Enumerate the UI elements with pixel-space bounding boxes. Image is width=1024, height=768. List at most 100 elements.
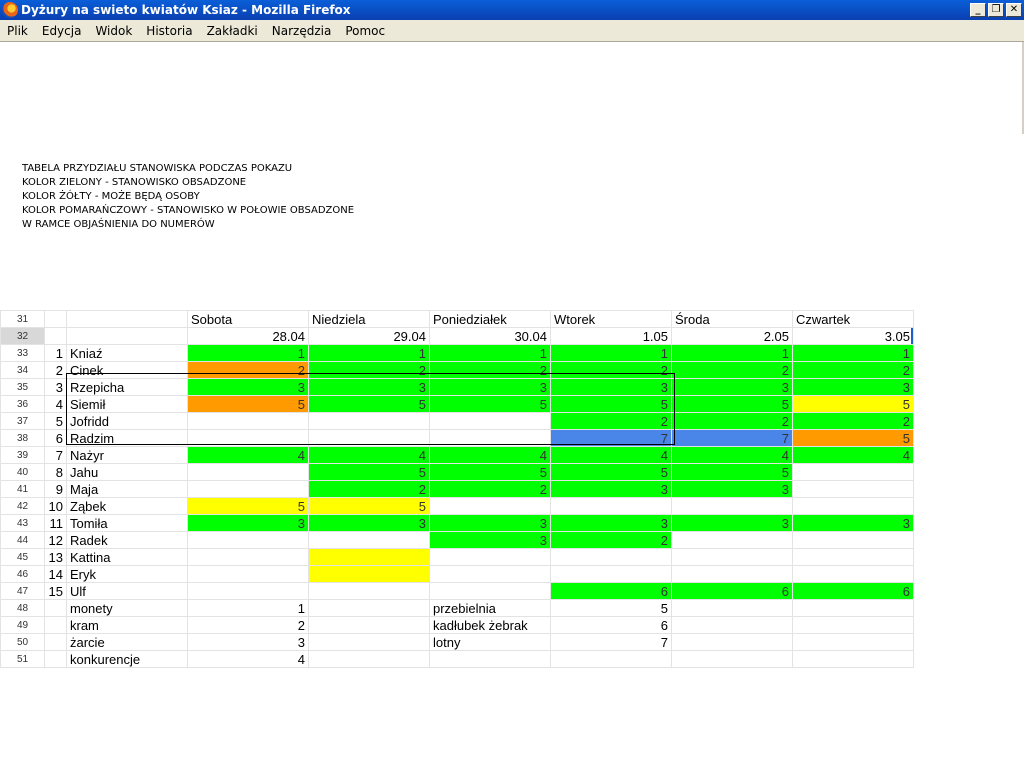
person-index[interactable]: 4 xyxy=(44,395,67,413)
assignment-cell[interactable]: 3 xyxy=(308,378,430,396)
day-header[interactable]: Wtorek xyxy=(550,310,672,328)
assignment-cell[interactable] xyxy=(187,429,309,447)
assignment-cell[interactable] xyxy=(429,582,551,600)
person-name[interactable]: Jofridd xyxy=(66,412,188,430)
legend-number[interactable]: 5 xyxy=(550,599,672,617)
assignment-cell[interactable]: 3 xyxy=(429,514,551,532)
person-name[interactable]: Nażyr xyxy=(66,446,188,464)
legend-label[interactable]: monety xyxy=(66,599,188,617)
cell[interactable] xyxy=(308,633,430,651)
cell[interactable] xyxy=(44,599,67,617)
assignment-cell[interactable]: 4 xyxy=(792,446,914,464)
assignment-cell[interactable]: 4 xyxy=(187,446,309,464)
cell[interactable] xyxy=(308,616,430,634)
assignment-cell[interactable]: 2 xyxy=(308,361,430,379)
assignment-cell[interactable] xyxy=(429,565,551,583)
person-index[interactable]: 12 xyxy=(44,531,67,549)
assignment-cell[interactable] xyxy=(308,582,430,600)
assignment-cell[interactable]: 3 xyxy=(308,514,430,532)
assignment-cell[interactable] xyxy=(792,548,914,566)
assignment-cell[interactable]: 2 xyxy=(429,361,551,379)
person-index[interactable]: 11 xyxy=(44,514,67,532)
assignment-cell[interactable] xyxy=(792,463,914,481)
cell[interactable] xyxy=(44,310,67,328)
assignment-cell[interactable]: 2 xyxy=(550,361,672,379)
assignment-cell[interactable]: 1 xyxy=(550,344,672,362)
cell[interactable] xyxy=(792,599,914,617)
assignment-cell[interactable]: 5 xyxy=(308,497,430,515)
assignment-cell[interactable] xyxy=(550,565,672,583)
person-index[interactable]: 1 xyxy=(44,344,67,362)
assignment-cell[interactable]: 5 xyxy=(550,395,672,413)
person-name[interactable]: Kattina xyxy=(66,548,188,566)
assignment-cell[interactable]: 2 xyxy=(792,412,914,430)
person-index[interactable]: 14 xyxy=(44,565,67,583)
cell[interactable] xyxy=(671,616,793,634)
assignment-cell[interactable]: 5 xyxy=(187,395,309,413)
assignment-cell[interactable] xyxy=(429,497,551,515)
legend-label[interactable] xyxy=(429,650,551,668)
assignment-cell[interactable]: 5 xyxy=(308,395,430,413)
assignment-cell[interactable]: 5 xyxy=(671,395,793,413)
close-button[interactable]: ✕ xyxy=(1006,3,1022,17)
person-name[interactable]: Tomiła xyxy=(66,514,188,532)
person-name[interactable]: Ulf xyxy=(66,582,188,600)
assignment-cell[interactable]: 2 xyxy=(187,361,309,379)
assignment-cell[interactable]: 3 xyxy=(792,378,914,396)
cell[interactable] xyxy=(44,616,67,634)
assignment-cell[interactable] xyxy=(429,412,551,430)
cell[interactable] xyxy=(671,650,793,668)
cell[interactable] xyxy=(792,616,914,634)
menu-narzedzia[interactable]: Narzędzia xyxy=(265,24,339,38)
legend-label[interactable]: kadłubek żebrak xyxy=(429,616,551,634)
assignment-cell[interactable]: 4 xyxy=(308,446,430,464)
cell[interactable] xyxy=(671,633,793,651)
assignment-cell[interactable]: 2 xyxy=(550,412,672,430)
assignment-cell[interactable]: 3 xyxy=(671,480,793,498)
cell[interactable] xyxy=(66,310,188,328)
assignment-cell[interactable] xyxy=(187,463,309,481)
assignment-cell[interactable]: 4 xyxy=(550,446,672,464)
person-name[interactable]: Ząbek xyxy=(66,497,188,515)
assignment-cell[interactable]: 3 xyxy=(671,378,793,396)
menu-historia[interactable]: Historia xyxy=(139,24,199,38)
person-index[interactable]: 15 xyxy=(44,582,67,600)
menu-pomoc[interactable]: Pomoc xyxy=(338,24,392,38)
date-cell[interactable]: 29.04 xyxy=(308,327,430,345)
assignment-cell[interactable]: 3 xyxy=(671,514,793,532)
date-cell[interactable]: 2.05 xyxy=(671,327,793,345)
assignment-cell[interactable]: 5 xyxy=(792,395,914,413)
assignment-cell[interactable]: 1 xyxy=(792,344,914,362)
date-cell[interactable]: 30.04 xyxy=(429,327,551,345)
assignment-cell[interactable]: 4 xyxy=(671,446,793,464)
person-name[interactable]: Jahu xyxy=(66,463,188,481)
person-index[interactable]: 2 xyxy=(44,361,67,379)
person-index[interactable]: 6 xyxy=(44,429,67,447)
assignment-cell[interactable]: 6 xyxy=(792,582,914,600)
assignment-cell[interactable]: 3 xyxy=(550,378,672,396)
cell[interactable] xyxy=(308,650,430,668)
assignment-cell[interactable] xyxy=(671,565,793,583)
cell[interactable] xyxy=(44,327,67,345)
person-name[interactable]: Kniaź xyxy=(66,344,188,362)
day-header[interactable]: Niedziela xyxy=(308,310,430,328)
legend-number[interactable]: 1 xyxy=(187,599,309,617)
cell[interactable] xyxy=(792,633,914,651)
minimize-button[interactable]: _ xyxy=(970,3,986,17)
menu-edycja[interactable]: Edycja xyxy=(35,24,89,38)
assignment-cell[interactable] xyxy=(187,565,309,583)
person-name[interactable]: Radzim xyxy=(66,429,188,447)
assignment-cell[interactable] xyxy=(550,548,672,566)
assignment-cell[interactable]: 5 xyxy=(792,429,914,447)
assignment-cell[interactable] xyxy=(671,531,793,549)
legend-number[interactable]: 3 xyxy=(187,633,309,651)
assignment-cell[interactable]: 5 xyxy=(429,395,551,413)
person-index[interactable]: 5 xyxy=(44,412,67,430)
assignment-cell[interactable]: 6 xyxy=(550,582,672,600)
assignment-cell[interactable] xyxy=(308,548,430,566)
assignment-cell[interactable]: 2 xyxy=(671,412,793,430)
assignment-cell[interactable] xyxy=(550,497,672,515)
assignment-cell[interactable]: 3 xyxy=(792,514,914,532)
assignment-cell[interactable] xyxy=(792,480,914,498)
person-name[interactable]: Cinek xyxy=(66,361,188,379)
